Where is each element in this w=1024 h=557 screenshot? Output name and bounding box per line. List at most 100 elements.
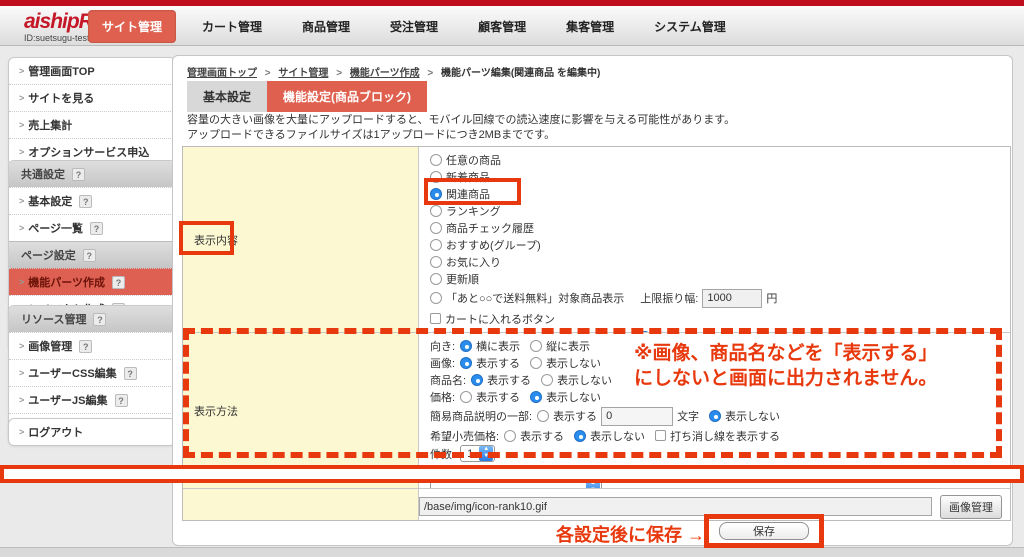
image-management-button[interactable]: 画像管理 bbox=[940, 494, 1002, 519]
radio-check-history[interactable] bbox=[430, 221, 442, 234]
radio-async-none[interactable] bbox=[848, 330, 861, 332]
radio-msrp-hide[interactable] bbox=[574, 429, 587, 442]
nav-order-management[interactable]: 受注管理 bbox=[376, 10, 452, 43]
display-method-options: 向き: 横に表示 縦に表示 画像: 表示する 表示しない 商品名: 表示する 表… bbox=[419, 333, 1010, 488]
tab-function-settings[interactable]: 機能設定(商品ブロック) bbox=[267, 81, 428, 112]
sidebar-item-sales-summary[interactable]: 売上集計 bbox=[9, 111, 175, 138]
sidebar-item-page-list[interactable]: ページ一覧 ? bbox=[9, 214, 175, 241]
nav-marketing-management[interactable]: 集客管理 bbox=[552, 10, 628, 43]
hidden-select[interactable]: ▲▼ bbox=[430, 479, 602, 488]
radio-label: 表示する bbox=[520, 430, 565, 443]
breadcrumb-site-management[interactable]: サイト管理 bbox=[278, 68, 328, 79]
sidebar-item-label: 画像管理 bbox=[28, 341, 73, 353]
sidebar-item-user-css[interactable]: ユーザーCSS編集 ? bbox=[9, 359, 175, 386]
breadcrumb-admin-top[interactable]: 管理画面トップ bbox=[187, 68, 257, 79]
radio-async-switch-type[interactable] bbox=[430, 330, 442, 332]
radio-ranking[interactable] bbox=[430, 204, 442, 217]
save-button[interactable]: 保存 bbox=[719, 522, 809, 540]
help-icon[interactable]: ? bbox=[79, 194, 93, 208]
upload-notice-line2: アップロードできるファイルサイズは1アップロードにつき2MBまでです。 bbox=[187, 129, 556, 141]
help-icon[interactable]: ? bbox=[90, 221, 104, 235]
sidebar-item-label: 機能パーツ作成 bbox=[28, 277, 106, 289]
help-icon[interactable]: ? bbox=[123, 366, 137, 380]
checkbox-label: 打ち消し線を表示する bbox=[670, 430, 781, 443]
count-value: 1 bbox=[467, 447, 474, 460]
radio-msrp-show[interactable] bbox=[504, 429, 517, 442]
help-icon[interactable]: ? bbox=[79, 339, 93, 353]
radio-label: 表示する bbox=[487, 374, 532, 387]
sidebar-header-common-settings: 共通設定 ? bbox=[9, 161, 175, 187]
radio-name-show[interactable] bbox=[471, 373, 484, 386]
sidebar-header-page-settings: ページ設定 ? bbox=[9, 241, 175, 268]
radio-label: 表示しない bbox=[590, 430, 646, 443]
sidebar-item-function-parts[interactable]: 機能パーツ作成 ? bbox=[9, 268, 175, 295]
sidebar-item-admin-top[interactable]: 管理画面TOP bbox=[9, 58, 175, 84]
radio-label: 表示しない bbox=[546, 391, 602, 404]
help-icon[interactable]: ? bbox=[93, 312, 107, 326]
msrp-label: 希望小売価格: bbox=[430, 430, 500, 443]
radio-label: 縦に表示 bbox=[546, 340, 591, 353]
radio-recommend-group[interactable] bbox=[430, 238, 442, 251]
tab-basic-settings[interactable]: 基本設定 bbox=[187, 81, 268, 112]
radio-related-product[interactable] bbox=[430, 187, 442, 200]
checkbox-label: カートに入れるボタン bbox=[445, 313, 555, 326]
help-icon[interactable]: ? bbox=[82, 248, 96, 262]
display-content-options: 任意の商品 新着商品 関連商品 ランキング 商品チェック履歴 おすすめ(グループ… bbox=[419, 147, 1010, 332]
save-annotation-box: 保存 bbox=[704, 514, 824, 548]
ranking-only-note: ※新着商品・ランキングのみ bbox=[430, 465, 571, 478]
radio-label: 表示しない bbox=[725, 411, 781, 423]
display-method-label: 表示方法 bbox=[183, 333, 419, 488]
radio-horizontal[interactable] bbox=[460, 339, 473, 352]
sidebar-item-image-management[interactable]: 画像管理 ? bbox=[9, 332, 175, 359]
help-icon[interactable]: ? bbox=[72, 167, 85, 181]
radio-new-product[interactable] bbox=[430, 170, 442, 183]
sidebar-item-basic-settings[interactable]: 基本設定 ? bbox=[9, 187, 175, 214]
radio-name-hide[interactable] bbox=[541, 373, 554, 386]
strike-checkbox[interactable] bbox=[655, 430, 667, 441]
help-icon[interactable]: ? bbox=[112, 275, 126, 289]
select-stepper-icon: ▲▼ bbox=[586, 480, 600, 488]
radio-description-show[interactable] bbox=[537, 410, 550, 422]
count-select[interactable]: 1 ▲ ▼ bbox=[460, 445, 496, 462]
nav-system-management[interactable]: システム管理 bbox=[640, 10, 740, 43]
radio-image-show[interactable] bbox=[460, 356, 473, 369]
sidebar-item-logout[interactable]: ログアウト bbox=[9, 419, 175, 445]
radio-image-hide[interactable] bbox=[530, 356, 543, 369]
nav-site-management[interactable]: サイト管理 bbox=[88, 10, 177, 43]
breadcrumb-function-parts[interactable]: 機能パーツ作成 bbox=[350, 68, 420, 79]
radio-update-order[interactable] bbox=[430, 272, 442, 285]
radio-label: 新着商品 bbox=[446, 171, 490, 184]
nav-product-management[interactable]: 商品管理 bbox=[288, 10, 364, 43]
image-label: 画像: bbox=[430, 357, 456, 370]
nav-customer-management[interactable]: 顧客管理 bbox=[464, 10, 540, 43]
radio-label: 「あと○○で送料無料」対象商品表示 bbox=[446, 293, 625, 305]
radio-free-shipping[interactable] bbox=[430, 292, 442, 304]
image-path-row: 画像管理 bbox=[183, 488, 1010, 520]
sidebar-item-user-js[interactable]: ユーザーJS編集 ? bbox=[9, 386, 175, 413]
description-chars-input[interactable] bbox=[601, 406, 674, 426]
sidebar-header-label: ページ設定 bbox=[21, 250, 76, 262]
sidebar-header-label: リソース管理 bbox=[21, 314, 87, 326]
settings-tabs: 基本設定 機能設定(商品ブロック) bbox=[187, 81, 428, 112]
breadcrumb: 管理画面トップ > サイト管理 > 機能パーツ作成 > 機能パーツ編集(関連商品… bbox=[187, 64, 600, 79]
radio-any-product[interactable] bbox=[430, 153, 442, 166]
description-label: 簡易商品説明の一部: bbox=[430, 411, 533, 423]
image-path-input[interactable] bbox=[419, 497, 932, 516]
upload-notice-line1: 容量の大きい画像を大量にアップロードすると、モバイル回線での読込速度に影響を与え… bbox=[187, 114, 736, 126]
breadcrumb-current: 機能パーツ編集(関連商品 を編集中) bbox=[441, 68, 601, 79]
range-input[interactable] bbox=[702, 288, 763, 308]
help-icon[interactable]: ? bbox=[114, 393, 128, 407]
radio-label: 横に表示 bbox=[476, 340, 521, 353]
radio-description-hide[interactable] bbox=[709, 410, 722, 422]
page-footer bbox=[0, 547, 1024, 557]
sidebar-item-view-site[interactable]: サイトを見る bbox=[9, 84, 175, 111]
radio-price-hide[interactable] bbox=[530, 390, 543, 403]
radio-price-show[interactable] bbox=[460, 390, 473, 403]
display-content-row: 表示内容 任意の商品 新着商品 関連商品 ランキング 商品チェック履歴 おすすめ… bbox=[183, 147, 1010, 332]
radio-async-add-type[interactable] bbox=[639, 330, 652, 332]
radio-vertical[interactable] bbox=[530, 339, 543, 352]
cart-button-checkbox[interactable] bbox=[430, 313, 441, 324]
nav-cart-management[interactable]: カート管理 bbox=[188, 10, 276, 43]
radio-favorites[interactable] bbox=[430, 255, 442, 268]
unit-label: 円 bbox=[766, 293, 778, 305]
